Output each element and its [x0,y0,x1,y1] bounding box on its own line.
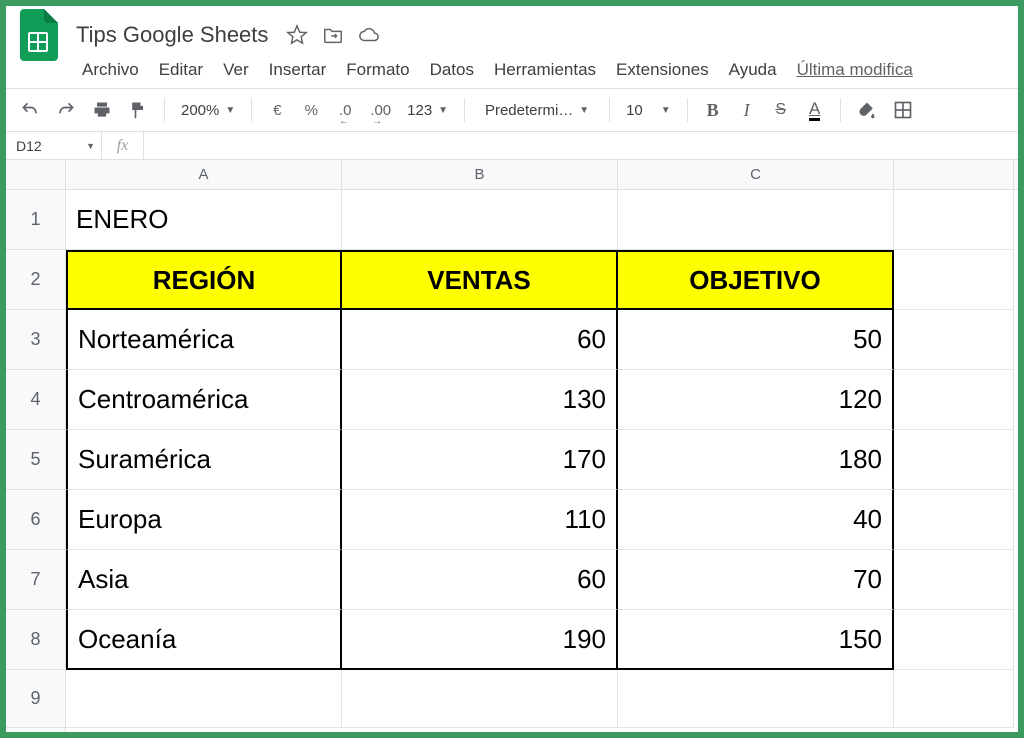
strikethrough-button[interactable]: S [768,96,794,124]
last-modified-link[interactable]: Última modifica [797,60,913,80]
cell-A3[interactable]: Norteamérica [66,310,342,370]
cell-B3[interactable]: 60 [342,310,618,370]
cell-B9[interactable] [342,670,618,728]
column-header-B[interactable]: B [342,160,618,189]
cell-C5[interactable]: 180 [618,430,894,490]
fill-color-button[interactable] [853,96,881,124]
cell-B4[interactable]: 130 [342,370,618,430]
fx-icon: fx [102,132,144,159]
cell-C7[interactable]: 70 [618,550,894,610]
star-icon[interactable] [286,24,308,46]
decrease-decimal-button[interactable]: .0← [332,96,358,124]
paint-format-button[interactable] [124,96,152,124]
formula-bar: D12▼ fx [6,132,1018,160]
menu-insertar[interactable]: Insertar [261,56,335,84]
move-icon[interactable] [322,24,344,46]
text-color-button[interactable]: A [802,96,828,124]
sheets-logo-icon[interactable] [18,9,58,61]
cell-D1[interactable] [894,190,1014,250]
row-header-4[interactable]: 4 [6,370,65,430]
cell-B1[interactable] [342,190,618,250]
zoom-dropdown[interactable]: 200%▼ [177,96,239,124]
column-header-extra[interactable] [894,160,1014,189]
menu-datos[interactable]: Datos [422,56,482,84]
cell-C8[interactable]: 150 [618,610,894,670]
row-header-2[interactable]: 2 [6,250,65,310]
column-header-C[interactable]: C [618,160,894,189]
cell-C1[interactable] [618,190,894,250]
cell-B6[interactable]: 110 [342,490,618,550]
font-dropdown[interactable]: Predetermi…▼ [477,96,597,124]
percent-button[interactable]: % [298,96,324,124]
menu-editar[interactable]: Editar [151,56,211,84]
row-header-6[interactable]: 6 [6,490,65,550]
cell-D4[interactable] [894,370,1014,430]
cell-B8[interactable]: 190 [342,610,618,670]
cell-D2[interactable] [894,250,1014,310]
cell-D8[interactable] [894,610,1014,670]
cell-A5[interactable]: Suramérica [66,430,342,490]
menu-ayuda[interactable]: Ayuda [721,56,785,84]
row-header-9[interactable]: 9 [6,670,65,728]
menu-formato[interactable]: Formato [338,56,417,84]
row-header-1[interactable]: 1 [6,190,65,250]
undo-button[interactable] [16,96,44,124]
cell-A9[interactable] [66,670,342,728]
cell-A1[interactable]: ENERO [66,190,342,250]
cell-C9[interactable] [618,670,894,728]
cell-D5[interactable] [894,430,1014,490]
menu-herramientas[interactable]: Herramientas [486,56,604,84]
name-box[interactable]: D12▼ [6,132,102,159]
cell-A8[interactable]: Oceanía [66,610,342,670]
cell-D3[interactable] [894,310,1014,370]
document-title[interactable]: Tips Google Sheets [72,20,272,50]
column-header-A[interactable]: A [66,160,342,189]
bold-button[interactable]: B [700,96,726,124]
spreadsheet-grid[interactable]: ABC 123456789 ENEROREGIÓNVENTASOBJETIVO N… [6,160,1018,732]
format-123-dropdown[interactable]: 123▼ [403,96,452,124]
row-header-8[interactable]: 8 [6,610,65,670]
menu-bar: Archivo Editar Ver Insertar Formato Dato… [6,56,1018,88]
menu-archivo[interactable]: Archivo [74,56,147,84]
cell-A4[interactable]: Centroamérica [66,370,342,430]
increase-decimal-button[interactable]: .00→ [366,96,395,124]
select-all-corner[interactable] [6,160,66,190]
cell-C6[interactable]: 40 [618,490,894,550]
row-header-5[interactable]: 5 [6,430,65,490]
currency-button[interactable]: € [264,96,290,124]
row-header-7[interactable]: 7 [6,550,65,610]
cell-D6[interactable] [894,490,1014,550]
cell-A6[interactable]: Europa [66,490,342,550]
cell-B2[interactable]: VENTAS [342,250,618,310]
cell-C4[interactable]: 120 [618,370,894,430]
redo-button[interactable] [52,96,80,124]
row-header-3[interactable]: 3 [6,310,65,370]
italic-button[interactable]: I [734,96,760,124]
toolbar: 200%▼ € % .0← .00→ 123▼ Predetermi…▼ 10▼… [6,88,1018,132]
formula-input[interactable] [144,132,1018,159]
cell-D9[interactable] [894,670,1014,728]
cell-C2[interactable]: OBJETIVO [618,250,894,310]
print-button[interactable] [88,96,116,124]
cloud-status-icon[interactable] [358,24,380,46]
cell-D7[interactable] [894,550,1014,610]
cell-B5[interactable]: 170 [342,430,618,490]
cell-A7[interactable]: Asia [66,550,342,610]
cell-B7[interactable]: 60 [342,550,618,610]
menu-ver[interactable]: Ver [215,56,257,84]
font-size-dropdown[interactable]: 10▼ [622,96,675,124]
cell-C3[interactable]: 50 [618,310,894,370]
borders-button[interactable] [889,96,917,124]
menu-extensiones[interactable]: Extensiones [608,56,717,84]
cell-A2[interactable]: REGIÓN [66,250,342,310]
